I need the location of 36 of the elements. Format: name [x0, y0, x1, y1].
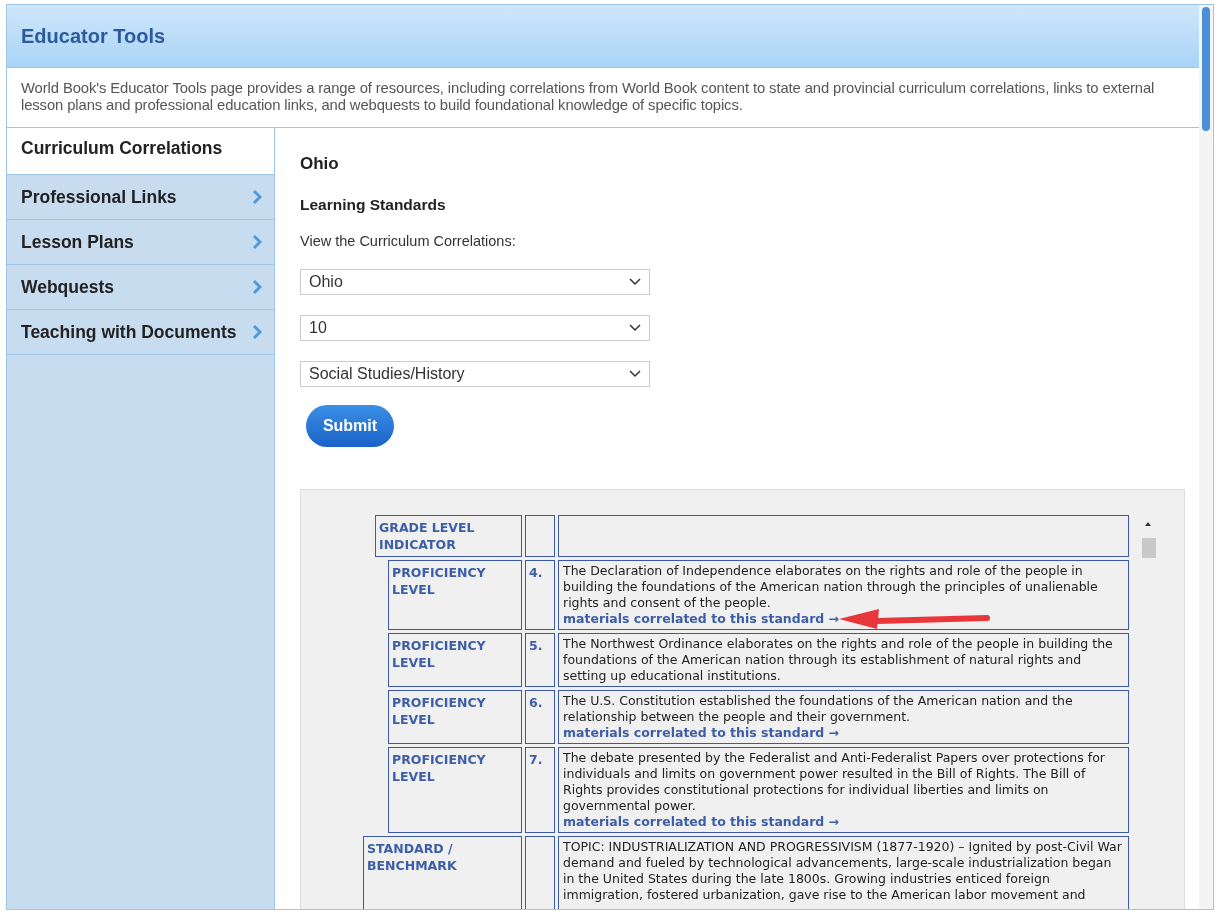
standard-text: The U.S. Constitution established the foundations of the American nation and the relationship between the people and their government.	[563, 693, 1074, 725]
dropdown[interactable]: Social Studies/History	[300, 361, 650, 387]
level-label: STANDARD / BENCHMARK	[363, 836, 522, 909]
dropdown[interactable]: Ohio	[300, 269, 650, 295]
number-cell: 5.	[525, 633, 555, 687]
standard-text: The Declaration of Independence elaborates on the rights and role of the people in building the foundations of the American nation through the principles of unalienable rights and consent of the people.	[563, 563, 1099, 611]
correlated-materials-link[interactable]: materials correlated to this standard →	[563, 814, 840, 829]
standard-text: The Northwest Ordinance elaborates on the rights and role of the people in building the foundations of the American nation through its establishment of natural rights and setting up educational institutions.	[563, 636, 1114, 684]
level-label: GRADE LEVEL INDICATOR	[375, 515, 522, 557]
correlated-materials-link[interactable]: materials correlated to this standard →	[563, 611, 840, 626]
prompt-text: View the Curriculum Correlations:	[300, 233, 517, 249]
state-heading: Ohio	[300, 154, 340, 174]
section-heading: Learning Standards	[300, 196, 447, 214]
chevron-icon	[252, 234, 262, 250]
dropdown[interactable]: 10	[300, 315, 650, 341]
number-cell: 7.	[525, 747, 555, 833]
level-label: PROFICIENCY LEVEL	[388, 560, 522, 630]
scrollbar[interactable]	[1199, 5, 1213, 909]
standard-text: The debate presented by the Federalist and Anti-Federalist Papers over protections for individuals and limits on government power resulted in the Bill of Rights. The Bill of Rights provides constitutional protections for individual liberties and limits on governmental power.	[563, 750, 1106, 814]
chevron-icon	[252, 189, 262, 205]
sidebar-item[interactable]: Curriculum Correlations	[7, 128, 274, 175]
level-label: PROFICIENCY LEVEL	[388, 747, 522, 833]
level-label: PROFICIENCY LEVEL	[388, 633, 522, 687]
submit-button[interactable]: Submit	[306, 405, 394, 447]
number-cell: 4.	[525, 560, 555, 630]
level-label: PROFICIENCY LEVEL	[388, 690, 522, 744]
chevron-icon	[252, 324, 262, 340]
number-cell: 6.	[525, 690, 555, 744]
correlated-materials-link[interactable]: materials correlated to this standard →	[563, 725, 840, 740]
page-title: Educator Tools	[21, 24, 166, 48]
caret-icon	[629, 278, 641, 286]
caret-icon	[629, 370, 641, 378]
chevron-icon	[252, 279, 262, 295]
standard-text: TOPIC: INDUSTRIALIZATION AND PROGRESSIVISM (1877-1920) – Ignited by post-Civil War demand and fueled by technological advancements, large-scale industrialization began in the United States during the late 1800s. Growing industries enticed foreign immigration, fostered urbanization, gave rise to the American labor movement and	[563, 839, 1123, 903]
number-cell	[525, 515, 555, 557]
caret-icon	[629, 324, 641, 332]
